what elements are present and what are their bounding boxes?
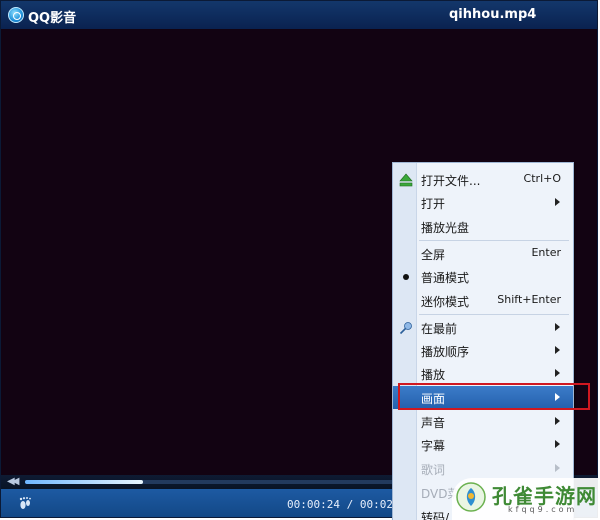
menu-item-shortcut: Ctrl+O xyxy=(523,172,561,185)
site-watermark: 孔雀手游网 kfqq9.com xyxy=(452,478,600,520)
watermark-url: kfqq9.com xyxy=(508,505,578,514)
seek-bar-fill xyxy=(25,480,144,484)
menu-item-always-on-top[interactable]: 在最前 xyxy=(393,316,573,339)
pin-icon xyxy=(399,322,412,335)
menu-item-label: 歌词 xyxy=(421,463,446,477)
menu-item-label: 打开 xyxy=(421,197,446,211)
menu-item-open-file[interactable]: 打开文件... Ctrl+O xyxy=(393,168,573,191)
menu-item-label: 字幕 xyxy=(421,439,446,453)
menu-item-label: 播放 xyxy=(421,368,446,382)
annotation-highlight-box xyxy=(398,383,590,410)
submenu-arrow-icon xyxy=(555,198,560,206)
menu-item-open[interactable]: 打开 xyxy=(393,191,573,214)
menu-separator xyxy=(419,240,569,241)
footprint-icon[interactable] xyxy=(17,496,33,512)
menu-item-play-order[interactable]: 播放顺序 xyxy=(393,339,573,362)
menu-item-play[interactable]: 播放 xyxy=(393,362,573,385)
menu-item-label: 播放顺序 xyxy=(421,345,470,359)
menu-item-shortcut: Shift+Enter xyxy=(497,293,561,306)
context-menu: 打开文件... Ctrl+O 打开 播放光盘 全屏 Enter 普通模式 迷你模… xyxy=(392,162,574,520)
menu-item-shortcut: Enter xyxy=(531,246,561,259)
menu-item-play-disc[interactable]: 播放光盘 xyxy=(393,215,573,238)
menu-item-subtitles[interactable]: 字幕 xyxy=(393,433,573,456)
submenu-arrow-icon xyxy=(555,346,560,354)
menu-item-mini-mode[interactable]: 迷你模式 Shift+Enter xyxy=(393,289,573,312)
menu-item-label: 打开文件... xyxy=(421,174,481,188)
menu-item-label: 迷你模式 xyxy=(421,295,470,309)
file-title: qihhou.mp4 xyxy=(449,7,537,22)
menu-separator xyxy=(419,314,569,315)
menu-item-label: 声音 xyxy=(421,416,446,430)
title-bar[interactable]: QQ影音 qihhou.mp4 xyxy=(1,1,597,29)
checked-bullet-icon xyxy=(403,274,409,280)
submenu-arrow-icon xyxy=(555,369,560,377)
menu-item-sound[interactable]: 声音 xyxy=(393,410,573,433)
submenu-arrow-icon xyxy=(555,440,560,448)
rewind-icon[interactable]: ◀◀ xyxy=(7,476,20,487)
menu-item-lyrics: 歌词 xyxy=(393,457,573,480)
app-title: QQ影音 xyxy=(28,11,77,26)
menu-item-label: 全屏 xyxy=(421,248,446,262)
peacock-logo-icon xyxy=(456,482,486,512)
menu-item-label: 转码/ xyxy=(421,511,450,520)
qq-player-logo-icon xyxy=(8,7,24,23)
menu-item-fullscreen[interactable]: 全屏 Enter xyxy=(393,242,573,265)
eject-icon xyxy=(399,173,413,187)
seek-bar[interactable] xyxy=(25,480,395,484)
menu-item-label: 在最前 xyxy=(421,322,458,336)
menu-item-label: 普通模式 xyxy=(421,271,470,285)
submenu-arrow-icon xyxy=(555,464,560,472)
submenu-arrow-icon xyxy=(555,417,560,425)
menu-item-label: 播放光盘 xyxy=(421,221,470,235)
submenu-arrow-icon xyxy=(555,323,560,331)
menu-item-normal-mode[interactable]: 普通模式 xyxy=(393,265,573,288)
